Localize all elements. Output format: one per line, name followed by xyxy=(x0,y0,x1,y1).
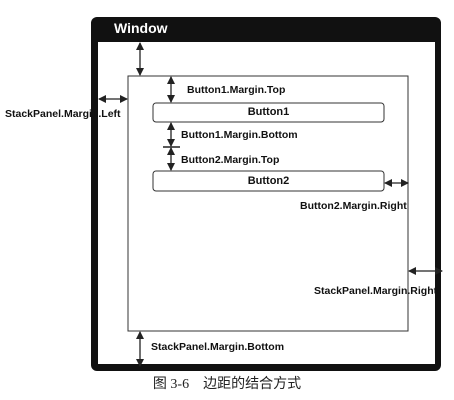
button1-label: Button1 xyxy=(247,106,290,118)
button1-margin-top-label: Button1.Margin.Top xyxy=(187,84,286,96)
stackpanel-margin-left-label: StackPanel.Margin.Left xyxy=(5,108,121,120)
button2-label: Button2 xyxy=(247,175,290,187)
stackpanel-margin-right-label: StackPanel.Margin.Right xyxy=(314,285,438,297)
button2-margin-top-label: Button2.Margin.Top xyxy=(181,154,280,166)
button1-margin-bottom-label: Button1.Margin.Bottom xyxy=(181,129,298,141)
stackpanel-margin-bottom-label: StackPanel.Margin.Bottom xyxy=(151,341,285,353)
figure-caption: 图 3-6 边距的结合方式 xyxy=(152,377,302,392)
button2-margin-right-label: Button2.Margin.Right xyxy=(300,200,407,212)
window-title: Window xyxy=(114,20,168,36)
